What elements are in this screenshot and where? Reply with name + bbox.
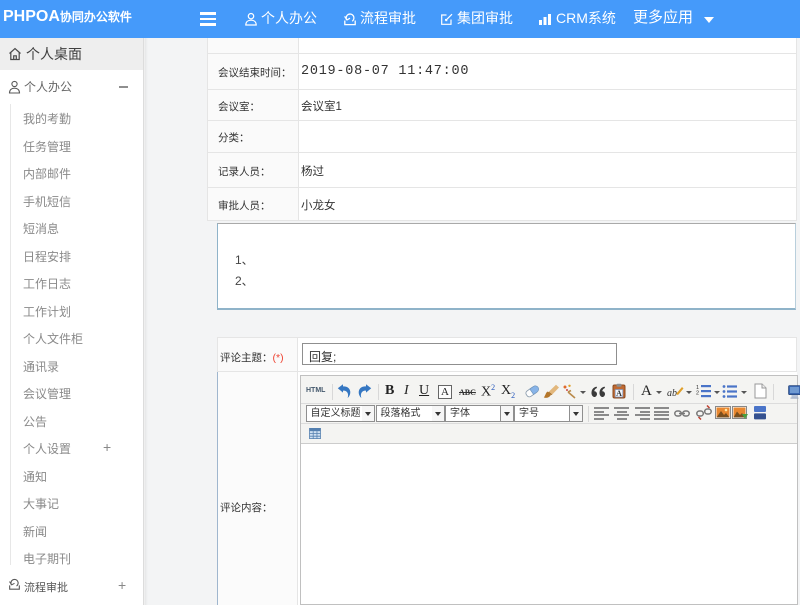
svg-text:ab: ab — [667, 388, 677, 399]
svg-text:2: 2 — [696, 391, 699, 397]
svg-text:A: A — [616, 389, 622, 398]
